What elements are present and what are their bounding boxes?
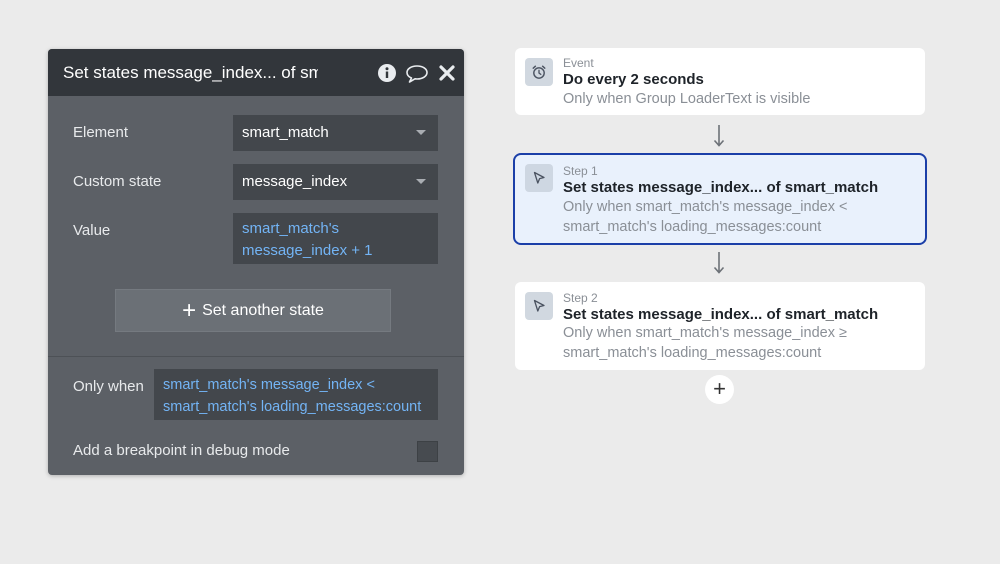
- step-card-2[interactable]: Step 2 Set states message_index... of sm…: [515, 282, 925, 370]
- add-step-button[interactable]: +: [705, 375, 734, 404]
- only-when-expression-line: smart_match's loading_messages:count: [163, 399, 422, 415]
- event-condition: Only when Group LoaderText is visible: [563, 91, 811, 107]
- comment-icon[interactable]: [405, 63, 429, 83]
- breakpoint-label: Add a breakpoint in debug mode: [73, 442, 290, 459]
- arrow-down-icon: [713, 124, 725, 148]
- section-divider: [48, 356, 464, 357]
- plus-icon: +: [713, 376, 726, 401]
- set-another-state-label: Set another state: [202, 302, 324, 319]
- panel-title: Set states message_index... of smart_mat…: [63, 63, 318, 82]
- value-label: Value: [73, 222, 111, 239]
- property-editor-panel: Set states message_index... of smart_mat…: [48, 49, 464, 475]
- step-title: Set states message_index... of smart_mat…: [563, 306, 879, 323]
- step-condition-line: smart_match's loading_messages:count: [563, 345, 822, 361]
- custom-state-dropdown-value: message_index: [242, 173, 348, 190]
- step-kicker: Step 2: [563, 291, 598, 305]
- breakpoint-checkbox[interactable]: [417, 441, 438, 462]
- step-condition-line: Only when smart_match's message_index <: [563, 199, 848, 215]
- set-another-state-button[interactable]: + Set another state: [115, 289, 391, 332]
- only-when-expression-line: smart_match's message_index <: [163, 377, 375, 393]
- custom-state-dropdown[interactable]: message_index: [233, 164, 438, 200]
- caret-down-icon: [416, 130, 426, 135]
- element-dropdown-value: smart_match: [242, 124, 329, 141]
- element-dropdown[interactable]: smart_match: [233, 115, 438, 151]
- arrow-down-icon: [713, 251, 725, 275]
- only-when-expression-field[interactable]: smart_match's message_index < smart_matc…: [154, 369, 438, 420]
- step-condition: Only when smart_match's message_index ≥ …: [563, 323, 913, 363]
- custom-state-label: Custom state: [73, 173, 162, 190]
- info-icon[interactable]: [377, 63, 397, 83]
- alarm-clock-icon: [525, 58, 553, 86]
- step-title: Set states message_index... of smart_mat…: [563, 179, 879, 196]
- value-expression-line: smart_match's: [242, 220, 340, 237]
- step-card-1[interactable]: Step 1 Set states message_index... of sm…: [513, 153, 927, 245]
- step-kicker: Step 1: [563, 164, 598, 178]
- step-condition-line: Only when smart_match's message_index ≥: [563, 325, 847, 341]
- event-title: Do every 2 seconds: [563, 71, 704, 88]
- caret-down-icon: [416, 179, 426, 184]
- cursor-icon: [525, 292, 553, 320]
- only-when-label: Only when: [73, 378, 144, 395]
- event-card[interactable]: Event Do every 2 seconds Only when Group…: [515, 48, 925, 115]
- close-icon[interactable]: [439, 65, 455, 81]
- cursor-icon: [525, 164, 553, 192]
- step-condition-line: smart_match's loading_messages:count: [563, 219, 822, 235]
- element-label: Element: [73, 124, 129, 141]
- value-expression-line: message_index + 1: [242, 242, 373, 259]
- panel-header[interactable]: Set states message_index... of smart_mat…: [48, 49, 464, 96]
- plus-icon: +: [182, 297, 197, 324]
- event-kicker: Event: [563, 56, 594, 70]
- value-expression-field[interactable]: smart_match's message_index + 1: [233, 213, 438, 264]
- step-condition: Only when smart_match's message_index < …: [563, 197, 913, 237]
